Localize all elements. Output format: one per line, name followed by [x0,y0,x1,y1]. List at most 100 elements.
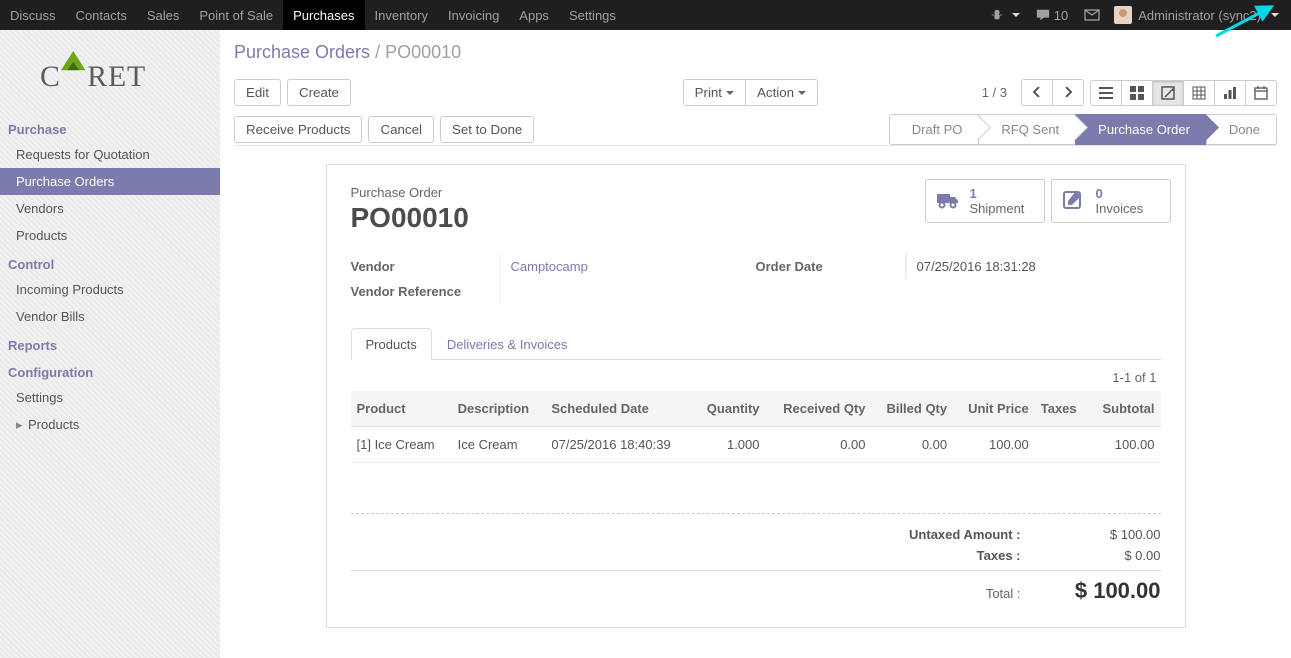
set-done-button[interactable]: Set to Done [440,116,534,143]
caret-down-icon [798,91,806,95]
top-right: 10 Administrator (sync2) [982,0,1291,30]
toolbar-main: Edit Create Print Action 1 / 3 [234,79,1277,106]
untaxed-value: $ 100.00 [1041,527,1161,542]
nav-invoicing[interactable]: Invoicing [438,0,509,30]
totals: Untaxed Amount : $ 100.00 Taxes : $ 0.00… [351,513,1161,607]
edit-button[interactable]: Edit [234,79,281,106]
breadcrumb-sep: / [375,42,385,62]
create-button[interactable]: Create [287,79,351,106]
nav-contacts[interactable]: Contacts [66,0,137,30]
order-date-label: Order Date [756,254,906,279]
order-date-value: 07/25/2016 18:31:28 [906,254,1161,279]
col-taxes[interactable]: Taxes [1035,391,1089,427]
col-billed[interactable]: Billed Qty [872,391,954,427]
group-control[interactable]: Control [0,249,220,276]
sidebar-item-purchase-orders[interactable]: Purchase Orders [0,168,220,195]
pager-next[interactable] [1052,79,1084,106]
nav-sales[interactable]: Sales [137,0,190,30]
sidebar-item-settings[interactable]: Settings [0,384,220,411]
status-steps: Draft PO RFQ Sent Purchase Order Done [890,114,1277,145]
sidebar-item-config-products[interactable]: ▸Products [0,411,220,439]
nav-inventory[interactable]: Inventory [365,0,438,30]
nav-discuss[interactable]: Discuss [0,0,66,30]
sidebar-item-vendors[interactable]: Vendors [0,195,220,222]
cancel-button[interactable]: Cancel [368,116,434,143]
lines-pager: 1-1 of 1 [351,360,1161,391]
col-quantity[interactable]: Quantity [693,391,766,427]
view-graph-icon[interactable] [1214,80,1246,106]
form-sheet: 1Shipment 0Invoices Purchase Order PO000… [326,164,1186,628]
svg-text:RET: RET [87,60,146,93]
stat-shipment-count: 1 [970,186,1025,201]
caret-down-icon [726,91,734,95]
view-pivot-icon[interactable] [1183,80,1215,106]
pager-prev[interactable] [1021,79,1053,106]
taxes-value: $ 0.00 [1041,548,1161,563]
stat-shipment[interactable]: 1Shipment [925,179,1045,223]
stat-invoices[interactable]: 0Invoices [1051,179,1171,223]
tab-deliveries-invoices[interactable]: Deliveries & Invoices [432,328,583,360]
top-navbar: Discuss Contacts Sales Point of Sale Pur… [0,0,1291,30]
col-received[interactable]: Received Qty [766,391,872,427]
mail-icon[interactable] [1076,8,1108,22]
user-menu[interactable]: Administrator (sync2) [1108,6,1285,24]
chevron-right-icon: ▸ [16,417,24,433]
order-lines-table: Product Description Scheduled Date Quant… [351,391,1161,463]
sidebar: CRET Purchase Requests for Quotation Pur… [0,30,220,658]
view-calendar-icon[interactable] [1245,80,1277,106]
tab-products[interactable]: Products [351,328,432,360]
user-label: Administrator (sync2) [1138,8,1261,23]
tabs: Products Deliveries & Invoices [351,328,1161,360]
status-purchase-order[interactable]: Purchase Order [1075,114,1207,145]
main-content: Purchase Orders / PO00010 Edit Create Pr… [220,30,1291,658]
cell-qty: 1.000 [693,427,766,463]
nav-purchases[interactable]: Purchases [283,0,364,30]
col-unitprice[interactable]: Unit Price [953,391,1035,427]
top-menu: Discuss Contacts Sales Point of Sale Pur… [0,0,626,30]
col-subtotal[interactable]: Subtotal [1089,391,1161,427]
sidebar-item-vendor-bills[interactable]: Vendor Bills [0,303,220,330]
untaxed-label: Untaxed Amount : [909,527,1040,542]
total-label: Total : [986,586,1041,601]
cell-billed: 0.00 [872,427,954,463]
col-description[interactable]: Description [452,391,546,427]
pager-text: 1 / 3 [974,85,1015,100]
logo[interactable]: CRET [0,40,220,114]
sidebar-item-rfq[interactable]: Requests for Quotation [0,141,220,168]
group-purchase[interactable]: Purchase [0,114,220,141]
group-reports[interactable]: Reports [0,330,220,357]
vendor-ref-label: Vendor Reference [351,279,501,304]
sidebar-item-incoming[interactable]: Incoming Products [0,276,220,303]
cell-taxes [1035,427,1089,463]
cell-scheduled: 07/25/2016 18:40:39 [545,427,692,463]
view-form-icon[interactable] [1152,80,1184,106]
col-scheduled[interactable]: Scheduled Date [545,391,692,427]
messages-icon[interactable]: 10 [1028,8,1076,23]
receive-products-button[interactable]: Receive Products [234,116,362,143]
view-kanban-icon[interactable] [1121,80,1153,106]
stat-shipment-label: Shipment [970,201,1025,216]
vendor-label: Vendor [351,254,501,279]
truck-icon [936,189,960,214]
cell-product: [1] Ice Cream [351,427,452,463]
action-dropdown[interactable]: Action [745,79,818,106]
pencil-square-icon [1062,189,1086,214]
view-list-icon[interactable] [1090,80,1122,106]
table-row[interactable]: [1] Ice Cream Ice Cream 07/25/2016 18:40… [351,427,1161,463]
vendor-link[interactable]: Camptocamp [511,259,588,274]
debug-icon[interactable] [982,8,1028,22]
taxes-label: Taxes : [977,548,1041,563]
sidebar-item-products[interactable]: Products [0,222,220,249]
nav-pos[interactable]: Point of Sale [189,0,283,30]
pager-buttons [1021,79,1084,106]
nav-settings[interactable]: Settings [559,0,626,30]
status-rfq-sent[interactable]: RFQ Sent [978,114,1076,145]
cell-unitprice: 100.00 [953,427,1035,463]
total-value: $ 100.00 [1041,578,1161,604]
print-dropdown[interactable]: Print [683,79,746,106]
col-product[interactable]: Product [351,391,452,427]
status-draft[interactable]: Draft PO [889,114,980,145]
group-configuration[interactable]: Configuration [0,357,220,384]
nav-apps[interactable]: Apps [509,0,559,30]
breadcrumb-parent[interactable]: Purchase Orders [234,42,370,62]
